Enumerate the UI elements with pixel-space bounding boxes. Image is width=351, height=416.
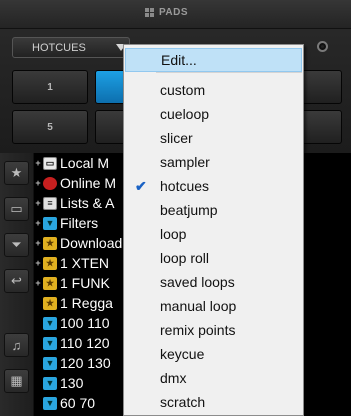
menu-item-label: cueloop: [160, 106, 210, 122]
filter-folder-icon: ▼: [43, 356, 57, 370]
tree-item-label: Local M: [60, 155, 110, 171]
pad-label: 1: [47, 81, 53, 93]
menu-item-label: custom: [160, 82, 206, 98]
pads-title: PADS: [145, 7, 188, 18]
menu-item-scratch[interactable]: scratch: [125, 390, 302, 414]
tree-item-label: 120 130: [60, 355, 111, 371]
tree-item-label: 1 FUNK: [60, 275, 110, 291]
pad-5[interactable]: 5: [12, 110, 88, 144]
expand-icon[interactable]: +: [33, 178, 43, 188]
menu-item-label: loop: [160, 226, 187, 242]
menu-item-beatjump[interactable]: beatjump: [125, 198, 302, 222]
menu-item-label: sampler: [160, 154, 210, 170]
pad-1[interactable]: 1: [12, 70, 88, 104]
expand-icon[interactable]: +: [33, 158, 43, 168]
menu-item-label: scratch: [160, 394, 206, 410]
menu-item-edit[interactable]: Edit...: [125, 48, 302, 72]
pad-mode-value: HOTCUES: [32, 42, 86, 54]
menu-item-remix-points[interactable]: remix points: [125, 318, 302, 342]
tree-item-label: Online M: [60, 175, 117, 191]
menu-item-label: hotcues: [160, 178, 210, 194]
menu-item-label: loop roll: [160, 250, 210, 266]
expand-icon[interactable]: +: [33, 258, 43, 268]
pads-header: PADS: [0, 0, 351, 29]
tree-item-label: Filters: [60, 215, 99, 231]
menu-item-label: Edit...: [161, 52, 197, 68]
lists-icon: ≡: [43, 196, 57, 210]
menu-item-loop-roll[interactable]: loop roll: [125, 246, 302, 270]
star-folder-icon: ★: [43, 236, 57, 250]
menu-item-slicer[interactable]: slicer: [125, 126, 302, 150]
menu-item-keycue[interactable]: keycue: [125, 342, 302, 366]
pads-title-label: PADS: [159, 7, 189, 18]
tree-item-label: 110 120: [60, 335, 110, 351]
tree-item-label: 60 70: [60, 395, 96, 411]
menu-item-label: slicer: [160, 130, 193, 146]
pads-option-radio[interactable]: [317, 41, 328, 52]
music-note-icon[interactable]: ♫: [4, 333, 29, 357]
checkmark-icon: ✔: [135, 178, 147, 194]
grid-icon: [145, 8, 154, 17]
expand-icon[interactable]: +: [33, 218, 43, 228]
menu-item-label: dmx: [160, 370, 187, 386]
tree-item-label: 130: [60, 375, 84, 391]
tree-item-label: 1 Regga: [60, 295, 113, 311]
menu-item-loop[interactable]: loop: [125, 222, 302, 246]
film-icon[interactable]: ▦: [4, 369, 29, 393]
tree-item-label: Lists & A: [60, 195, 115, 211]
menu-item-label: beatjump: [160, 202, 218, 218]
filter-folder-icon: ▼: [43, 376, 57, 390]
menu-item-dmx[interactable]: dmx: [125, 366, 302, 390]
pad-label: 5: [47, 121, 53, 133]
expand-icon[interactable]: +: [33, 198, 43, 208]
tree-item-label: 100 110: [60, 315, 110, 331]
tree-item-label: 1 XTEN: [60, 255, 110, 271]
menu-item-custom[interactable]: custom: [125, 78, 302, 102]
filter-add-icon[interactable]: ⏷: [4, 233, 29, 257]
menu-item-sampler[interactable]: sampler: [125, 150, 302, 174]
filter-folder-icon: ▼: [43, 396, 57, 410]
folder-add-icon[interactable]: ▭: [4, 197, 29, 221]
menu-item-saved-loops[interactable]: saved loops: [125, 270, 302, 294]
menu-item-label: saved loops: [160, 274, 235, 290]
filter-folder-icon: ▼: [43, 216, 57, 230]
menu-item-hotcues[interactable]: ✔ hotcues: [125, 174, 302, 198]
local-computer-icon: ▭: [43, 156, 57, 170]
menu-item-cueloop[interactable]: cueloop: [125, 102, 302, 126]
menu-item-label: remix points: [160, 322, 236, 338]
pad-mode-dropdown[interactable]: HOTCUES: [12, 37, 130, 58]
menu-separator: [156, 72, 302, 73]
online-music-icon: [43, 176, 57, 190]
expand-icon[interactable]: +: [33, 238, 43, 248]
expand-icon[interactable]: +: [33, 278, 43, 288]
browser-sidebar-toolbar: ★ ▭ ⏷ ↩ ♫ ▦: [0, 153, 34, 416]
pad-mode-menu: Edit... custom cueloop slicer sampler ✔ …: [123, 44, 304, 416]
menu-item-label: keycue: [160, 346, 205, 362]
filter-folder-icon: ▼: [43, 316, 57, 330]
menu-item-manual-loop[interactable]: manual loop: [125, 294, 302, 318]
tree-item-label: Download: [60, 235, 123, 251]
star-folder-icon: ★: [43, 256, 57, 270]
back-arrow-icon[interactable]: ↩: [4, 269, 29, 293]
star-add-icon[interactable]: ★: [4, 161, 29, 185]
menu-item-label: manual loop: [160, 298, 237, 314]
star-folder-icon: ★: [43, 276, 57, 290]
filter-folder-icon: ▼: [43, 336, 57, 350]
star-folder-icon: ★: [43, 296, 57, 310]
